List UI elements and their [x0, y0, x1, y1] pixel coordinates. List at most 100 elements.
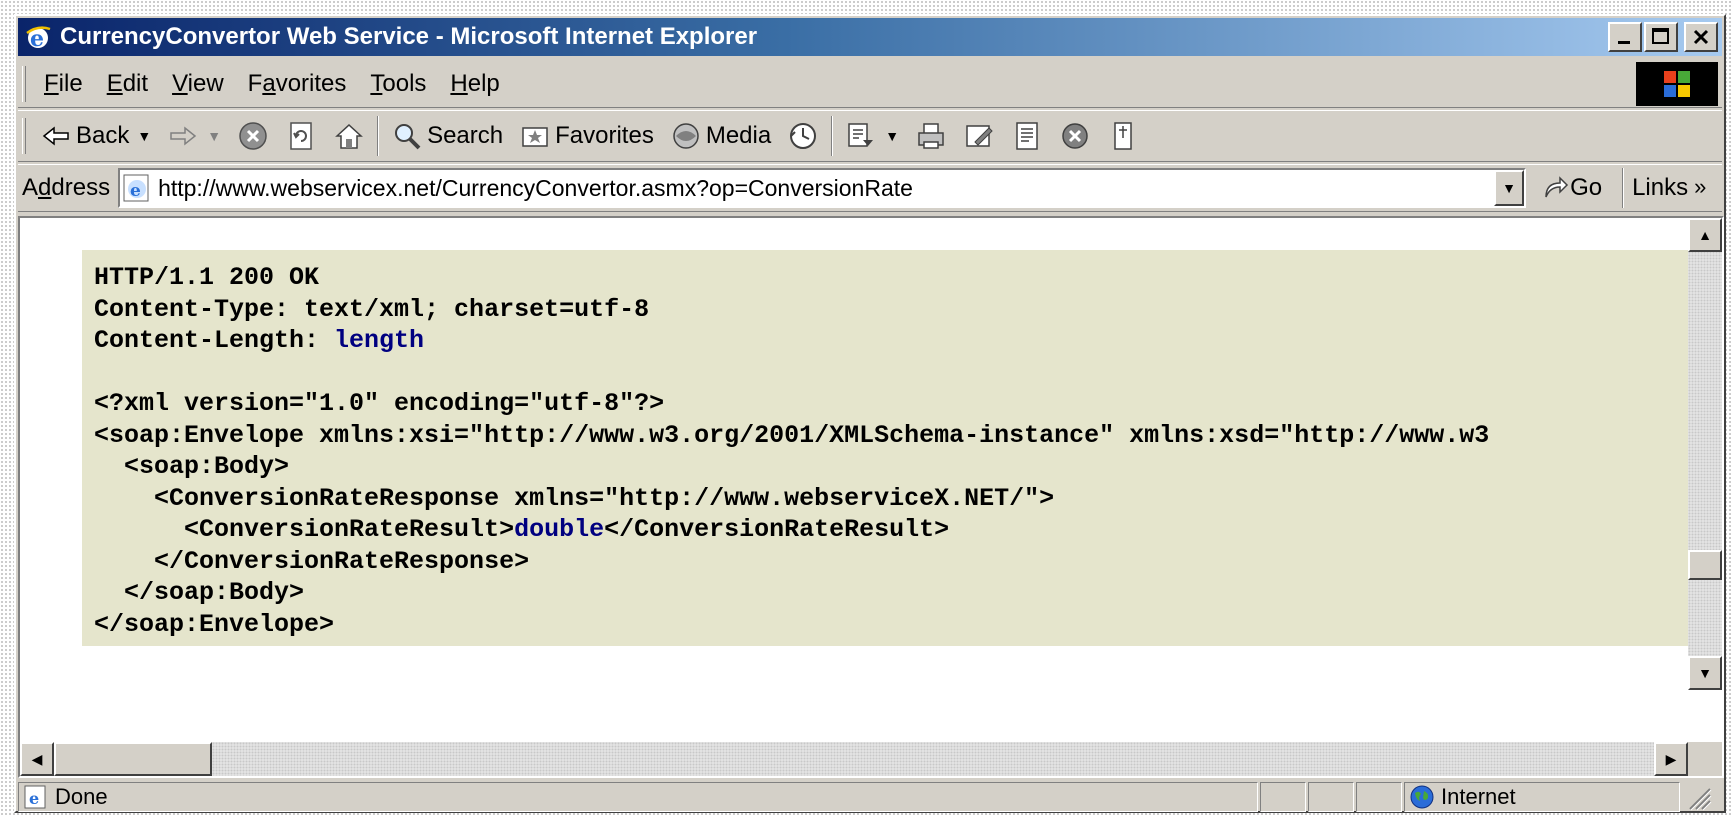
- messenger-icon: [1062, 123, 1088, 149]
- minimize-button[interactable]: [1608, 22, 1642, 52]
- back-button[interactable]: Back ▼: [32, 114, 159, 158]
- scroll-down-button[interactable]: ▼: [1688, 656, 1722, 690]
- forward-button[interactable]: ▼: [159, 114, 229, 158]
- title-bar[interactable]: e CurrencyConvertor Web Service - Micros…: [18, 18, 1722, 56]
- favorites-button[interactable]: Favorites: [511, 114, 662, 158]
- print-button[interactable]: [907, 114, 955, 158]
- links-chevron-icon[interactable]: »: [1694, 174, 1706, 199]
- menu-file[interactable]: File: [32, 64, 95, 104]
- history-icon: [790, 123, 817, 149]
- go-label: Go: [1570, 174, 1603, 201]
- refresh-icon: [290, 122, 312, 150]
- scroll-right-button[interactable]: ▶: [1654, 742, 1688, 776]
- maximize-button[interactable]: [1644, 22, 1678, 52]
- search-button[interactable]: Search: [383, 114, 511, 158]
- svg-text:e: e: [130, 181, 141, 201]
- home-icon: [335, 123, 364, 149]
- menu-tools[interactable]: Tools: [358, 64, 438, 104]
- code-line: </ConversionRateResponse>: [94, 546, 530, 576]
- edit-button[interactable]: [955, 114, 1003, 158]
- address-input[interactable]: e http://www.webservicex.net/CurrencyCon…: [118, 168, 1527, 208]
- history-button[interactable]: [779, 114, 827, 158]
- windows-flag-icon: [1664, 71, 1690, 97]
- mail-icon: [848, 123, 874, 147]
- menu-help[interactable]: Help: [438, 64, 511, 104]
- status-text-pane: e Done: [18, 782, 1258, 812]
- links-label: Links: [1632, 174, 1689, 201]
- code-line: <?xml version="1.0" encoding="utf-8"?>: [94, 389, 665, 418]
- stop-button[interactable]: [229, 114, 277, 158]
- home-button[interactable]: [325, 114, 373, 158]
- search-icon: [395, 124, 421, 150]
- vertical-scrollbar[interactable]: ▲ ▼: [1688, 218, 1722, 690]
- chevron-down-icon: ▼: [1502, 180, 1516, 196]
- search-label: Search: [427, 122, 504, 149]
- research-button[interactable]: [1099, 114, 1147, 158]
- mail-button[interactable]: ▼: [837, 114, 907, 158]
- arrow-up-icon: ▲: [1698, 227, 1712, 243]
- ie-page-icon: e: [123, 174, 149, 202]
- scroll-left-button[interactable]: ◀: [20, 742, 54, 776]
- research-icon: [1114, 122, 1132, 150]
- refresh-button[interactable]: [277, 114, 325, 158]
- address-label: Address: [18, 174, 118, 202]
- address-label-accel: d: [38, 174, 52, 201]
- code-line: <soap:Body>: [94, 452, 290, 481]
- menu-bar-grip[interactable]: [22, 65, 26, 102]
- menu-file-accel: F: [44, 69, 59, 97]
- menu-favorites-prefix: F: [247, 69, 263, 97]
- close-button[interactable]: [1684, 22, 1718, 52]
- horizontal-scrollbar[interactable]: ◀ ▶: [20, 742, 1688, 776]
- discuss-icon: [1016, 122, 1038, 150]
- vertical-scroll-thumb[interactable]: [1688, 550, 1722, 580]
- menu-edit-label: dit: [122, 69, 149, 97]
- code-line-close: </ConversionRateResult>: [604, 515, 950, 544]
- menu-edit-accel: E: [106, 69, 123, 97]
- arrow-left-icon: ◀: [31, 750, 43, 767]
- favorites-icon: [522, 127, 548, 147]
- print-icon: [918, 123, 944, 149]
- window-title: CurrencyConvertor Web Service - Microsof…: [60, 23, 758, 50]
- horizontal-scroll-thumb[interactable]: [54, 742, 212, 776]
- discuss-button[interactable]: [1003, 114, 1051, 158]
- edit-icon: [966, 125, 993, 147]
- menu-view[interactable]: View: [160, 64, 236, 104]
- address-dropdown-button[interactable]: ▼: [1494, 170, 1525, 206]
- links-separator: [1622, 168, 1625, 208]
- menu-favorites[interactable]: Favorites: [236, 64, 359, 104]
- code-line: Content-Type: text/xml; charset=utf-8: [94, 294, 650, 324]
- menu-help-label: elp: [467, 69, 500, 97]
- go-button[interactable]: Go: [1540, 173, 1614, 203]
- window-controls: [1608, 22, 1718, 52]
- menu-edit[interactable]: Edit: [95, 64, 160, 104]
- toolbar-grip[interactable]: [22, 118, 26, 154]
- media-button[interactable]: Media: [662, 114, 779, 158]
- menu-bar: File Edit View Favorites Tools Help: [18, 60, 1722, 108]
- svg-text:e: e: [29, 789, 39, 808]
- back-dropdown-icon[interactable]: ▼: [137, 128, 151, 144]
- menu-favorites-accel: a: [262, 69, 276, 97]
- status-privacy-pane: [1356, 782, 1402, 812]
- scrollbar-corner: [1688, 742, 1722, 776]
- toolbar-separator: [831, 116, 834, 156]
- browser-window: e CurrencyConvertor Web Service - Micros…: [14, 14, 1726, 813]
- code-line: </soap:Body>: [94, 578, 305, 607]
- status-lock-pane: [1308, 782, 1354, 812]
- status-progress-pane: [1260, 782, 1306, 812]
- status-bar: e Done Internet: [18, 782, 1722, 812]
- stop-icon: [239, 122, 267, 150]
- links-toolbar[interactable]: Links»: [1632, 174, 1706, 202]
- globe-icon: [1410, 785, 1434, 809]
- forward-dropdown-icon[interactable]: ▼: [207, 128, 221, 144]
- mail-dropdown-icon[interactable]: ▼: [885, 128, 899, 144]
- code-line: <soap:Envelope xmlns:xsi="http://www.w3.…: [94, 420, 1490, 450]
- menu-tools-accel: T: [370, 69, 383, 97]
- favorites-label: Favorites: [555, 122, 654, 149]
- arrow-right-icon: ▶: [1665, 750, 1677, 767]
- status-zone-pane[interactable]: Internet: [1404, 782, 1680, 812]
- resize-grip-icon[interactable]: [1684, 783, 1712, 811]
- scroll-up-button[interactable]: ▲: [1688, 218, 1722, 252]
- code-text: HTTP/1.1 200 OK Content-Type: text/xml; …: [94, 262, 1489, 640]
- back-arrow-icon: [42, 126, 69, 146]
- messenger-button[interactable]: [1051, 114, 1099, 158]
